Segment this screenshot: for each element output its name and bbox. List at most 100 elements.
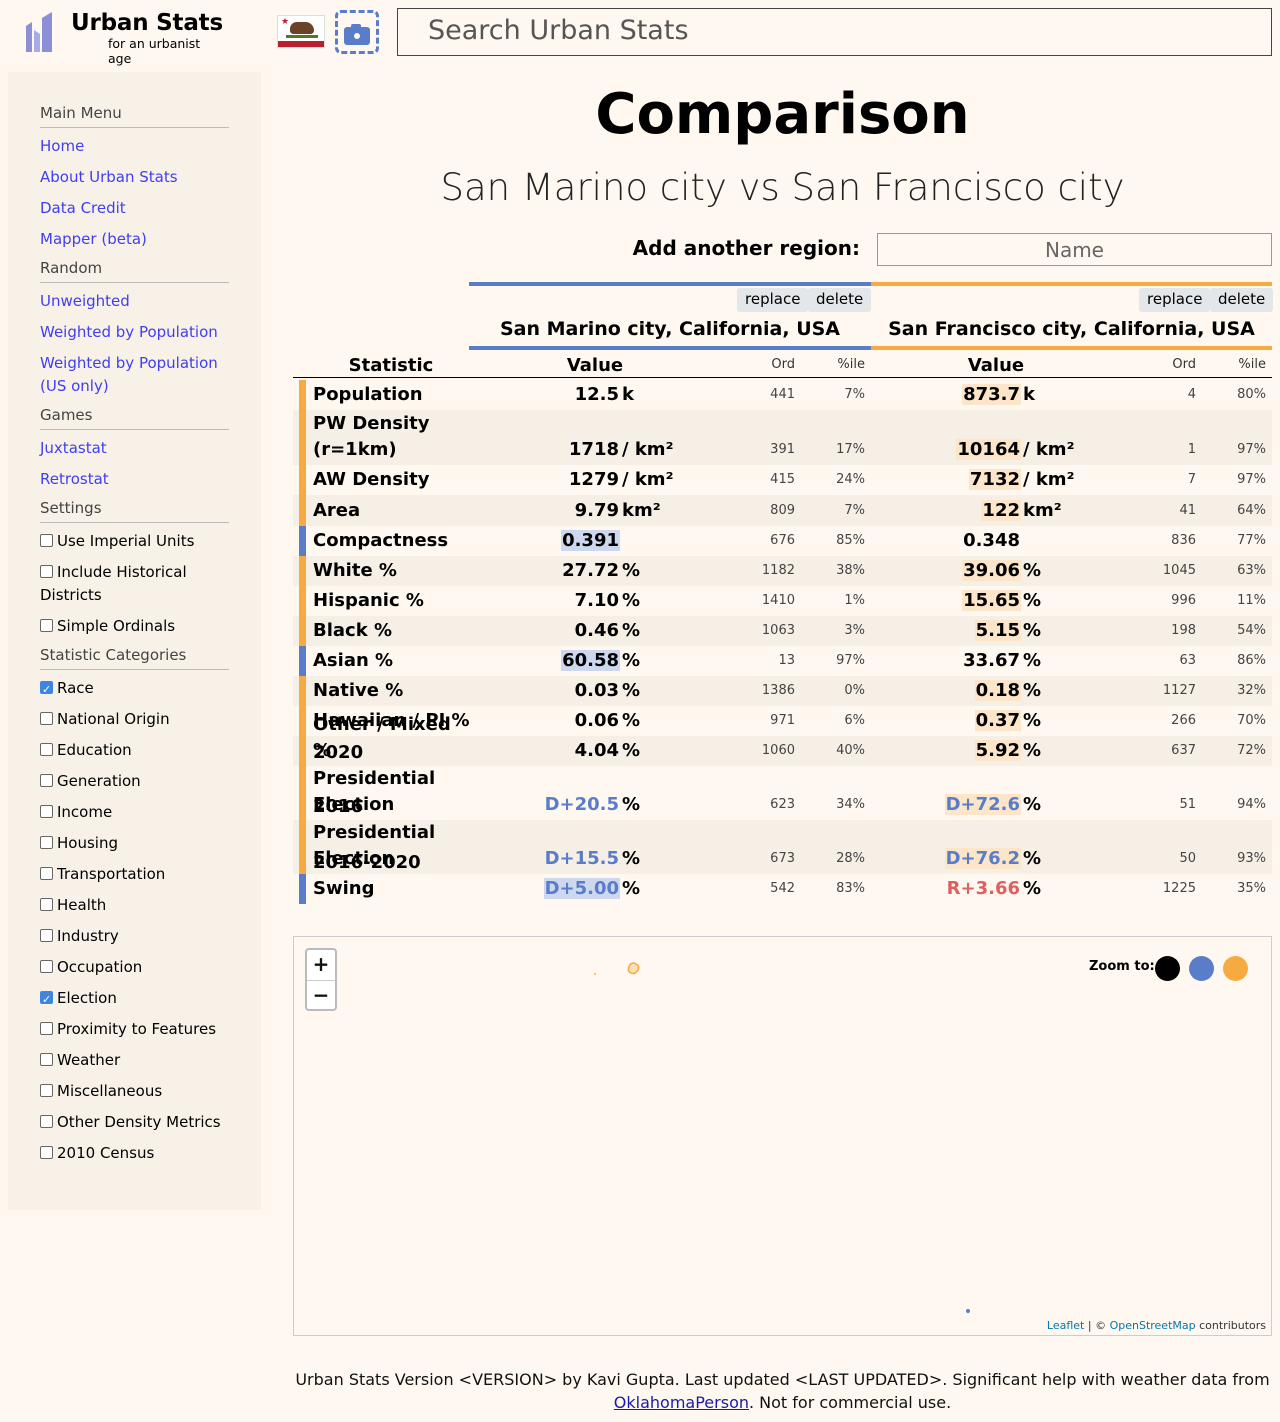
sidebar-checkbox-industry[interactable]: Industry	[40, 925, 229, 948]
statistic-name[interactable]: White %	[313, 558, 473, 584]
sidebar-checkbox-simple-ordinals[interactable]: Simple Ordinals	[40, 615, 229, 638]
sidebar-link-juxtastat[interactable]: Juxtastat	[40, 439, 107, 457]
sidebar-checkbox-label: Other Density Metrics	[57, 1113, 221, 1131]
sidebar-checkbox-income[interactable]: Income	[40, 801, 229, 824]
sidebar-checkbox-label: Occupation	[57, 958, 143, 976]
ordinal-cell-region1: 809	[770, 503, 795, 518]
checkbox-unchecked-icon[interactable]	[40, 898, 53, 911]
search-input[interactable]: Search Urban Stats	[397, 8, 1272, 56]
checkbox-unchecked-icon[interactable]	[40, 619, 53, 632]
sidebar-link-mapper-beta[interactable]: Mapper (beta)	[40, 230, 147, 248]
sidebar-checkbox-label: National Origin	[57, 710, 170, 728]
logo[interactable]: Urban Stats for an urbanist age	[24, 10, 224, 66]
sidebar-checkbox-education[interactable]: Education	[40, 739, 229, 762]
sidebar-checkbox-use-imperial-units[interactable]: Use Imperial Units	[40, 530, 229, 553]
add-region-input[interactable]: Name	[877, 233, 1272, 266]
sidebar-checkbox-other-density-metrics[interactable]: Other Density Metrics	[40, 1111, 229, 1134]
statistic-name[interactable]: Hispanic %	[313, 588, 473, 614]
statistic-name[interactable]: Native %	[313, 678, 473, 704]
ordinal-cell-region1: 1063	[761, 623, 795, 638]
region1-underline	[469, 346, 871, 350]
sidebar-checkbox-race[interactable]: Race	[40, 677, 229, 701]
ordinal-cell-region1: 391	[770, 442, 795, 457]
checkbox-unchecked-icon[interactable]	[40, 743, 53, 756]
sidebar-checkbox-housing[interactable]: Housing	[40, 832, 229, 855]
table-row: Black % 0.46% 1063 3% 5.15% 198 54%	[293, 616, 1272, 646]
value-cell-region1: 0.03%	[530, 678, 680, 704]
zoom-in-button[interactable]: +	[307, 950, 335, 980]
ordinal-cell-region1: 1060	[761, 743, 795, 758]
statistic-name[interactable]: AW Density	[313, 467, 473, 493]
california-flag-icon[interactable]: ★	[277, 15, 325, 48]
oklahomaperson-link[interactable]: OklahomaPerson	[614, 1393, 749, 1412]
statistic-name[interactable]: Compactness	[313, 528, 473, 554]
checkbox-unchecked-icon[interactable]	[40, 534, 53, 547]
sidebar-checkbox-label: Race	[57, 679, 94, 697]
checkbox-unchecked-icon[interactable]	[40, 805, 53, 818]
sidebar-checkbox-occupation[interactable]: Occupation	[40, 956, 229, 979]
sidebar-link-data-credit[interactable]: Data Credit	[40, 199, 126, 217]
replace-button-region2[interactable]: replace	[1139, 288, 1211, 312]
statistic-name[interactable]: PW Density (r=1km)	[313, 411, 473, 463]
statistic-name[interactable]: Population	[313, 382, 473, 408]
sidebar-heading-settings: Settings	[40, 499, 229, 523]
logo-icon	[26, 12, 52, 52]
leaflet-link[interactable]: Leaflet	[1047, 1319, 1084, 1332]
checkbox-unchecked-icon[interactable]	[40, 1022, 53, 1035]
sidebar-link-home[interactable]: Home	[40, 137, 84, 155]
checkbox-checked-icon[interactable]	[40, 988, 53, 1011]
zoom-to-region2-button[interactable]	[1223, 956, 1248, 981]
sidebar-link-about-urban-stats[interactable]: About Urban Stats	[40, 168, 178, 186]
checkbox-unchecked-icon[interactable]	[40, 960, 53, 973]
checkbox-unchecked-icon[interactable]	[40, 1146, 53, 1159]
sidebar-link-retrostat[interactable]: Retrostat	[40, 470, 109, 488]
sidebar-checkbox-transportation[interactable]: Transportation	[40, 863, 229, 886]
sidebar-link-weighted-by-population-us-only[interactable]: Weighted by Population (US only)	[40, 354, 218, 395]
value-unit: %	[1023, 848, 1042, 869]
winner-marker	[299, 526, 306, 556]
checkbox-unchecked-icon[interactable]	[40, 712, 53, 725]
zoom-out-button[interactable]: −	[307, 980, 335, 1010]
zoom-to-all-button[interactable]	[1155, 956, 1180, 981]
screenshot-camera-icon[interactable]	[335, 10, 379, 54]
sidebar-link-unweighted[interactable]: Unweighted	[40, 292, 130, 310]
ordinal-cell-region2: 1127	[1162, 683, 1196, 698]
checkbox-unchecked-icon[interactable]	[40, 836, 53, 849]
delete-button-region2[interactable]: delete	[1210, 288, 1274, 312]
osm-link[interactable]: OpenStreetMap	[1110, 1319, 1196, 1332]
region2-name[interactable]: San Francisco city, California, USA	[871, 318, 1272, 340]
header-rule	[293, 377, 1272, 378]
delete-button-region1[interactable]: delete	[808, 288, 872, 312]
statistic-name[interactable]: 2016-2020 Swing	[313, 850, 473, 902]
checkbox-checked-icon[interactable]	[40, 678, 53, 701]
sidebar-item: Weighted by Population (US only)	[40, 352, 229, 398]
sidebar-checkbox-weather[interactable]: Weather	[40, 1049, 229, 1072]
checkbox-unchecked-icon[interactable]	[40, 1084, 53, 1097]
checkbox-unchecked-icon[interactable]	[40, 867, 53, 880]
checkbox-unchecked-icon[interactable]	[40, 565, 53, 578]
checkbox-unchecked-icon[interactable]	[40, 929, 53, 942]
table-row: Compactness 0.391 676 85% 0.348 836 77%	[293, 526, 1272, 556]
value-cell-region2: D+72.6%	[931, 792, 1081, 818]
checkbox-unchecked-icon[interactable]	[40, 1053, 53, 1066]
sidebar-checkbox-include-historical-districts[interactable]: Include Historical Districts	[40, 561, 229, 607]
region1-name[interactable]: San Marino city, California, USA	[469, 318, 871, 340]
sidebar-checkbox-generation[interactable]: Generation	[40, 770, 229, 793]
statistic-name[interactable]: Black %	[313, 618, 473, 644]
checkbox-unchecked-icon[interactable]	[40, 1115, 53, 1128]
sidebar-checkbox-2010-census[interactable]: 2010 Census	[40, 1142, 229, 1165]
checkbox-unchecked-icon[interactable]	[40, 774, 53, 787]
sidebar-checkbox-national-origin[interactable]: National Origin	[40, 708, 229, 731]
statistic-name[interactable]: Area	[313, 498, 473, 524]
sidebar-checkbox-election[interactable]: Election	[40, 987, 229, 1011]
sidebar-checkbox-miscellaneous[interactable]: Miscellaneous	[40, 1080, 229, 1103]
replace-button-region1[interactable]: replace	[737, 288, 809, 312]
sidebar-link-weighted-by-population[interactable]: Weighted by Population	[40, 323, 218, 341]
zoom-to-region1-button[interactable]	[1189, 956, 1214, 981]
value-cell-region1: 9.79 km²	[530, 498, 680, 524]
value-number: 7132	[968, 469, 1021, 490]
sidebar-checkbox-health[interactable]: Health	[40, 894, 229, 917]
sidebar-checkbox-proximity-to-features[interactable]: Proximity to Features	[40, 1018, 229, 1041]
map[interactable]: + − Zoom to: Leaflet | © OpenStreetMap c…	[293, 936, 1272, 1336]
statistic-name[interactable]: Asian %	[313, 648, 473, 674]
